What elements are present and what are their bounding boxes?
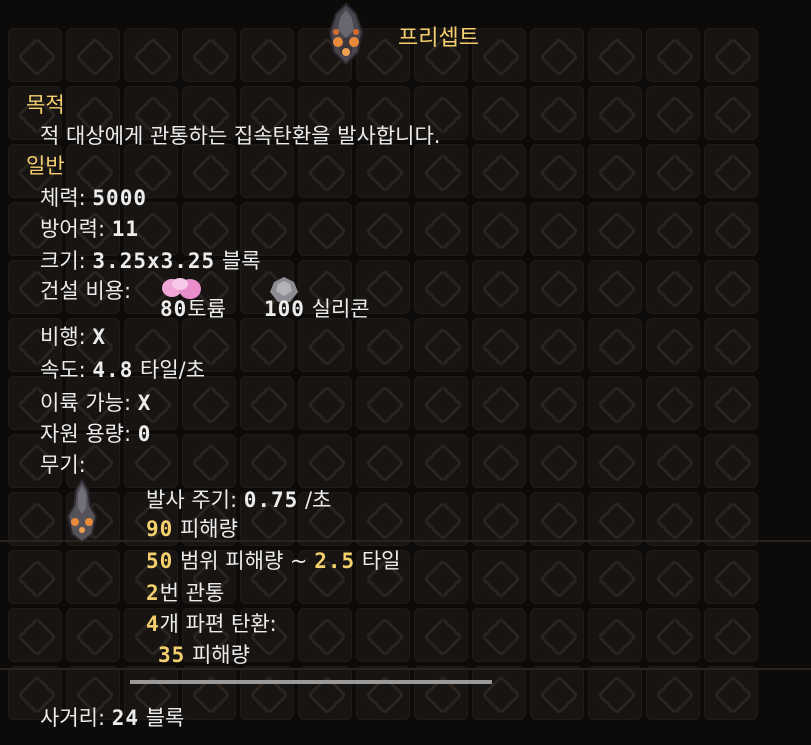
health-value: 5000 — [92, 186, 147, 210]
frag-label: 개 파편 탄환: — [159, 612, 277, 636]
cost-item-thorium: 80토륨 — [160, 296, 226, 322]
health-label: 체력: — [40, 186, 86, 210]
splash-label: 범위 피해량 ~ — [179, 549, 308, 573]
capacity-row: 자원 용량: 0 — [40, 421, 151, 447]
silicon-name: 실리콘 — [311, 297, 370, 321]
size-unit: 블록 — [221, 249, 261, 273]
reload-unit: /초 — [304, 488, 332, 512]
splash-radius: 2.5 — [314, 549, 356, 573]
weapons-label: 무기: — [40, 453, 86, 477]
speed-value: 4.8 — [92, 358, 134, 382]
thorium-name: 토륨 — [187, 297, 226, 321]
purpose-heading: 목적 — [26, 93, 65, 117]
speed-label: 속도: — [40, 358, 86, 382]
flying-value: X — [92, 325, 107, 349]
weapon-icon — [62, 478, 102, 544]
unit-title: 프리셉트 — [398, 26, 479, 51]
speed-unit: 타일/초 — [140, 358, 206, 382]
takeoff-row: 이륙 가능: X — [40, 390, 151, 416]
purpose-text: 적 대상에게 관통하는 집속탄환을 발사합니다. — [40, 124, 441, 148]
range-label: 사거리: — [40, 706, 106, 730]
pierce-label: 번 관통 — [159, 581, 225, 605]
frag-damage-value: 35 — [158, 643, 186, 667]
silicon-amount: 100 — [264, 297, 305, 321]
health-row: 체력: 5000 — [40, 185, 147, 211]
pierce-row: 2번 관통 — [146, 580, 224, 606]
reload-row: 발사 주기: 0.75 /초 — [146, 487, 331, 513]
size-value: 3.25x3.25 — [92, 249, 216, 273]
capacity-value: 0 — [137, 422, 152, 446]
splash-row: 50 범위 피해량 ~ 2.5 타일 — [146, 548, 400, 574]
frag-damage-row: 35 피해량 — [158, 642, 250, 668]
general-heading: 일반 — [26, 154, 65, 178]
flying-label: 비행: — [40, 325, 86, 349]
takeoff-label: 이륙 가능: — [40, 391, 132, 415]
range-unit: 블록 — [145, 706, 185, 730]
splash-unit: 타일 — [361, 549, 401, 573]
unit-info-panel: 프리셉트 목적 적 대상에게 관통하는 집속탄환을 발사합니다. 일반 체력: … — [0, 0, 811, 745]
cost-label: 건설 비용: — [40, 279, 132, 303]
weapon-divider — [130, 680, 492, 684]
splash-value: 50 — [146, 549, 174, 573]
size-label: 크기: — [40, 249, 86, 273]
frag-row: 4개 파편 탄환: — [146, 611, 277, 637]
pierce-value: 2 — [146, 581, 160, 605]
range-row: 사거리: 24 블록 — [40, 705, 184, 731]
unit-portrait-icon — [322, 2, 370, 66]
takeoff-value: X — [137, 391, 152, 415]
capacity-label: 자원 용량: — [40, 422, 132, 446]
armor-value: 11 — [111, 217, 140, 241]
frag-damage-label: 피해량 — [191, 643, 250, 667]
speed-row: 속도: 4.8 타일/초 — [40, 357, 205, 383]
size-row: 크기: 3.25x3.25 블록 — [40, 248, 261, 274]
armor-label: 방어력: — [40, 217, 106, 241]
damage-label: 피해량 — [179, 517, 238, 541]
range-value: 24 — [111, 706, 140, 730]
damage-value: 90 — [146, 517, 174, 541]
reload-label: 발사 주기: — [146, 488, 238, 512]
thorium-amount: 80 — [160, 297, 188, 321]
reload-value: 0.75 — [243, 488, 299, 512]
damage-row: 90 피해량 — [146, 516, 238, 542]
cost-item-silicon: 100 실리콘 — [264, 296, 370, 322]
armor-row: 방어력: 11 — [40, 216, 139, 242]
frag-value: 4 — [146, 612, 160, 636]
flying-row: 비행: X — [40, 324, 106, 350]
